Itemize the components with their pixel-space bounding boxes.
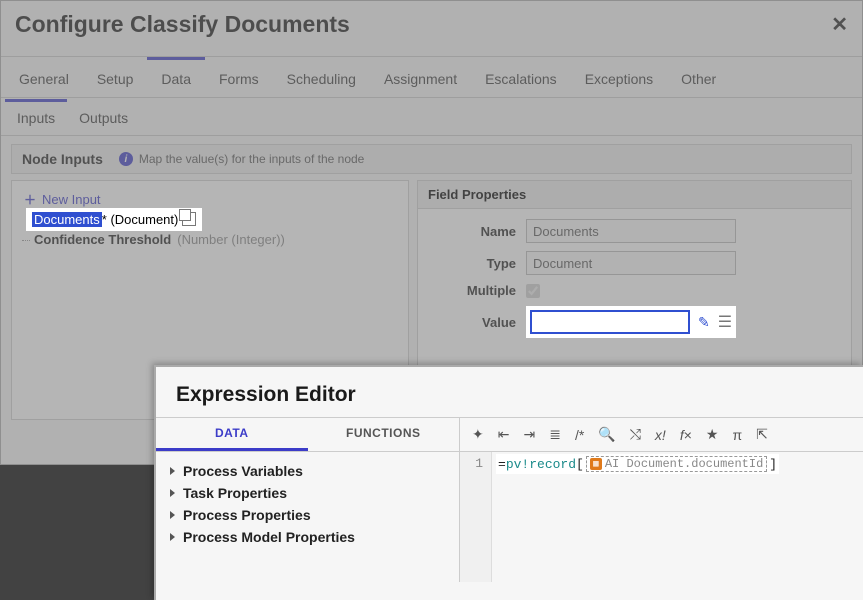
export-icon[interactable]: ⇱ bbox=[756, 426, 768, 443]
main-tabs: General Setup Data Forms Scheduling Assi… bbox=[1, 56, 862, 98]
caret-icon bbox=[170, 533, 175, 541]
tree-process-properties[interactable]: Process Properties bbox=[170, 504, 445, 526]
tab-setup[interactable]: Setup bbox=[83, 57, 148, 97]
tab-assignment[interactable]: Assignment bbox=[370, 57, 471, 97]
fp-value-label: Value bbox=[430, 315, 526, 330]
shuffle-icon[interactable]: ⤭ bbox=[630, 426, 641, 443]
pi-icon[interactable]: π bbox=[732, 427, 742, 443]
indent-icon[interactable]: ⇥ bbox=[523, 426, 535, 443]
line-number: 1 bbox=[460, 456, 483, 471]
tab-forms[interactable]: Forms bbox=[205, 57, 273, 97]
editor-header: Expression Editor bbox=[156, 367, 863, 417]
record-field-chip[interactable]: ▦AI Document.documentId bbox=[586, 456, 767, 472]
fp-type-input[interactable] bbox=[526, 251, 736, 275]
field-properties-header: Field Properties bbox=[418, 181, 851, 209]
tab-general[interactable]: General bbox=[5, 57, 83, 97]
code-line-1[interactable]: =pv!record[▦AI Document.documentId] bbox=[496, 454, 779, 474]
section-header: Node Inputs i Map the value(s) for the i… bbox=[11, 144, 852, 174]
fp-multiple-checkbox[interactable] bbox=[526, 284, 540, 298]
section-hint: i Map the value(s) for the inputs of the… bbox=[119, 152, 364, 166]
section-title: Node Inputs bbox=[22, 151, 103, 167]
tab-scheduling[interactable]: Scheduling bbox=[273, 57, 370, 97]
fp-row-multiple: Multiple bbox=[430, 283, 839, 298]
new-input-label: New Input bbox=[42, 192, 101, 207]
comment-icon[interactable]: /* bbox=[575, 427, 584, 443]
caret-icon bbox=[170, 467, 175, 475]
editor-right-panel: ✦ ⇤ ⇥ ≣ /* 🔍 ⤭ x! f× ★ π ⇱ 1 =pv!reco bbox=[460, 418, 863, 582]
new-input-button[interactable]: ＋ New Input bbox=[18, 189, 402, 210]
required-marker: * bbox=[102, 212, 107, 227]
fp-type-label: Type bbox=[430, 256, 526, 271]
input-name: Confidence Threshold bbox=[34, 232, 171, 247]
x-italic-icon[interactable]: x! bbox=[655, 427, 666, 443]
list-icon[interactable]: ≣ bbox=[549, 426, 561, 443]
value-list-icon[interactable]: ☰ bbox=[718, 312, 732, 332]
tree-process-model-properties[interactable]: Process Model Properties bbox=[170, 526, 445, 548]
editor-tab-data[interactable]: DATA bbox=[156, 418, 308, 451]
token-pv: pv!record bbox=[506, 457, 576, 472]
token-close-bracket: ] bbox=[769, 457, 777, 472]
star-icon[interactable]: ★ bbox=[706, 426, 719, 443]
close-icon[interactable]: ✕ bbox=[831, 12, 848, 37]
code-gutter: 1 bbox=[460, 452, 492, 582]
fp-row-name: Name bbox=[430, 219, 839, 243]
section-hint-text: Map the value(s) for the inputs of the n… bbox=[139, 152, 364, 166]
input-row-confidence[interactable]: Confidence Threshold (Number (Integer)) bbox=[18, 229, 402, 250]
editor-toolbar: ✦ ⇤ ⇥ ≣ /* 🔍 ⤭ x! f× ★ π ⇱ bbox=[460, 418, 863, 452]
dialog-title: Configure Classify Documents bbox=[15, 11, 350, 38]
caret-icon bbox=[170, 489, 175, 497]
fp-row-type: Type bbox=[430, 251, 839, 275]
subtab-outputs[interactable]: Outputs bbox=[67, 99, 140, 135]
editor-left-panel: DATA FUNCTIONS Process Variables Task Pr… bbox=[156, 418, 460, 582]
editor-tab-functions[interactable]: FUNCTIONS bbox=[308, 418, 460, 451]
caret-icon bbox=[170, 511, 175, 519]
tab-other[interactable]: Other bbox=[667, 57, 730, 97]
magic-wand-icon[interactable]: ✦ bbox=[472, 426, 484, 443]
input-type: (Number (Integer)) bbox=[177, 232, 285, 247]
fp-name-label: Name bbox=[430, 224, 526, 239]
fp-name-input[interactable] bbox=[526, 219, 736, 243]
input-type: (Document) bbox=[110, 212, 178, 227]
outdent-icon[interactable]: ⇤ bbox=[498, 426, 510, 443]
record-field-label: AI Document.documentId bbox=[605, 457, 763, 471]
field-properties-body: Name Type Multiple Value bbox=[418, 209, 851, 356]
info-icon: i bbox=[119, 152, 133, 166]
record-type-icon: ▦ bbox=[590, 458, 602, 470]
expression-editor-dialog: Expression Editor DATA FUNCTIONS Process… bbox=[154, 365, 863, 600]
tab-data[interactable]: Data bbox=[147, 57, 205, 97]
editor-title: Expression Editor bbox=[176, 383, 843, 407]
copy-icon[interactable] bbox=[182, 212, 196, 226]
dialog-header: Configure Classify Documents ✕ bbox=[1, 1, 862, 56]
token-open-bracket: [ bbox=[576, 457, 584, 472]
fp-row-value: Value ✎ ☰ bbox=[430, 306, 839, 338]
subtab-inputs[interactable]: Inputs bbox=[5, 99, 67, 135]
tab-escalations[interactable]: Escalations bbox=[471, 57, 571, 97]
editor-tabs: DATA FUNCTIONS bbox=[156, 418, 459, 452]
fp-multiple-label: Multiple bbox=[430, 283, 526, 298]
editor-body: DATA FUNCTIONS Process Variables Task Pr… bbox=[156, 417, 863, 582]
edit-expression-icon[interactable]: ✎ bbox=[698, 314, 710, 331]
input-row-documents[interactable]: Documents * (Document) bbox=[28, 210, 200, 229]
plus-icon: ＋ bbox=[24, 191, 36, 208]
editor-tree: Process Variables Task Properties Proces… bbox=[156, 452, 459, 556]
code-area[interactable]: 1 =pv!record[▦AI Document.documentId] bbox=[460, 452, 863, 582]
tree-process-variables[interactable]: Process Variables bbox=[170, 460, 445, 482]
code-content[interactable]: =pv!record[▦AI Document.documentId] bbox=[492, 452, 863, 582]
tab-exceptions[interactable]: Exceptions bbox=[571, 57, 667, 97]
fx-icon[interactable]: f× bbox=[680, 427, 692, 443]
fp-value-input[interactable] bbox=[530, 310, 690, 334]
input-name: Documents bbox=[32, 212, 102, 227]
token-equals: = bbox=[498, 457, 506, 472]
sub-tabs: Inputs Outputs bbox=[1, 98, 862, 136]
search-icon[interactable]: 🔍 bbox=[598, 426, 615, 443]
tree-task-properties[interactable]: Task Properties bbox=[170, 482, 445, 504]
